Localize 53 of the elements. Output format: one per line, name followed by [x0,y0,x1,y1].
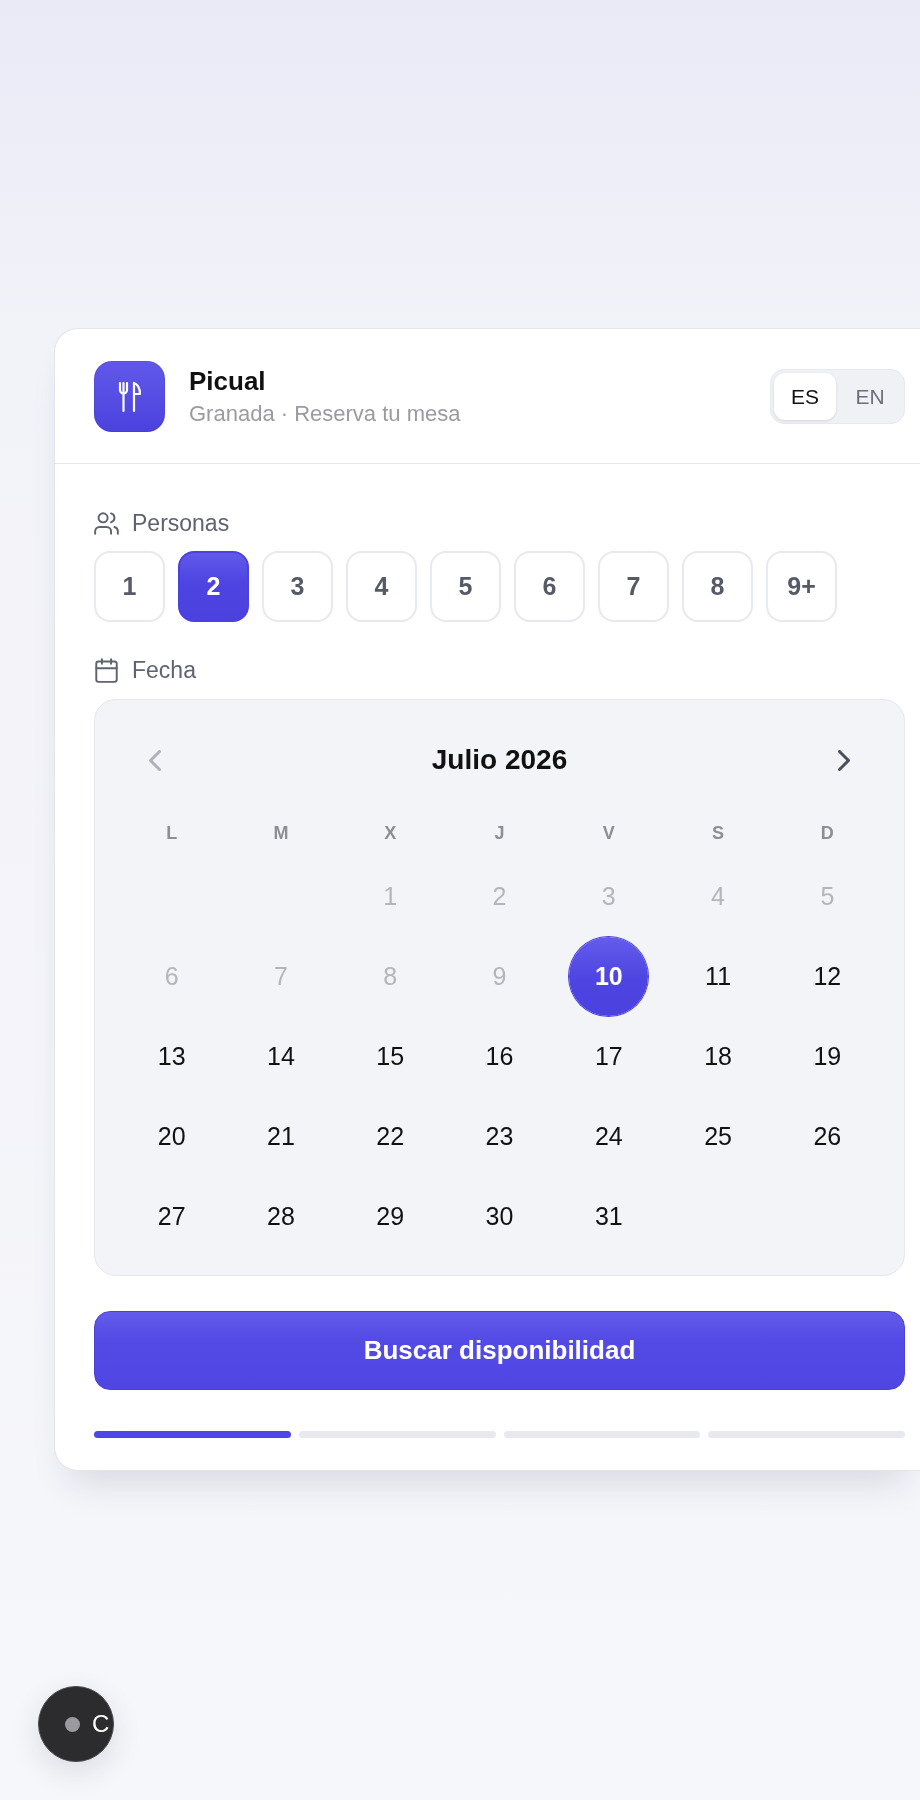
weekday-label: J [494,821,505,845]
weekday-label: D [820,821,834,845]
calendar-day[interactable]: 18 [678,1017,758,1096]
chevron-left-icon [149,749,161,771]
fork-knife-icon [94,361,165,432]
language-option[interactable]: ES [774,373,836,420]
calendar-day[interactable]: 25 [678,1097,758,1176]
section-label: Personas [132,509,230,537]
calendar-day[interactable]: 30 [460,1177,539,1256]
calendar-day[interactable]: 19 [787,1017,867,1096]
calendar-day[interactable]: 31 [569,1177,649,1256]
section-label: Fecha [132,656,196,684]
calendar-icon [94,657,119,683]
dot-icon [65,1716,80,1732]
weekday-label: V [602,821,615,845]
calendar-day[interactable]: 22 [350,1097,430,1176]
restaurant-name: Picual [189,366,267,396]
floating-button[interactable]: C [38,1686,114,1762]
calendar-day[interactable]: 26 [787,1097,867,1176]
calendar-day[interactable]: 14 [241,1017,321,1096]
calendar-day[interactable]: 21 [241,1097,321,1176]
calendar-day[interactable]: 20 [132,1097,212,1176]
party-size-option[interactable]: 6 [514,551,585,622]
calendar-day[interactable]: 15 [350,1017,430,1096]
month-title: Julio 2026 [431,743,568,777]
restaurant-subtitle: Granada · Reserva tu mesa [189,401,461,427]
calendar-day[interactable]: 10 [569,937,649,1016]
search-button[interactable]: Buscar disponibilidad [94,1311,905,1390]
chevron-right-icon [838,749,850,771]
party-size-option[interactable]: 2 [178,551,249,622]
calendar-day[interactable]: 16 [460,1017,539,1096]
party-size-option[interactable]: 9+ [766,551,837,622]
party-size-option[interactable]: 4 [346,551,417,622]
calendar-day[interactable]: 23 [460,1097,539,1176]
calendar-day[interactable]: 24 [569,1097,649,1176]
party-size-option[interactable]: 5 [430,551,501,622]
calendar-day[interactable]: 29 [350,1177,430,1256]
users-icon [94,510,119,536]
weekday-label: X [384,821,397,845]
calendar-day[interactable]: 13 [132,1017,212,1096]
party-size-option[interactable]: 1 [94,551,165,622]
calendar-day[interactable]: 17 [569,1017,649,1096]
weekday-label: L [166,821,178,845]
calendar-day[interactable]: 27 [132,1177,212,1256]
calendar-day[interactable]: 11 [678,937,758,1016]
weekday-label: S [712,821,725,845]
language-option[interactable]: EN [839,373,901,420]
calendar-day[interactable]: 28 [241,1177,321,1256]
calendar-day[interactable]: 12 [787,937,867,1016]
party-size-option[interactable]: 8 [682,551,753,622]
weekday-label: M [273,821,289,845]
party-size-option[interactable]: 3 [262,551,333,622]
party-size-option[interactable]: 7 [598,551,669,622]
